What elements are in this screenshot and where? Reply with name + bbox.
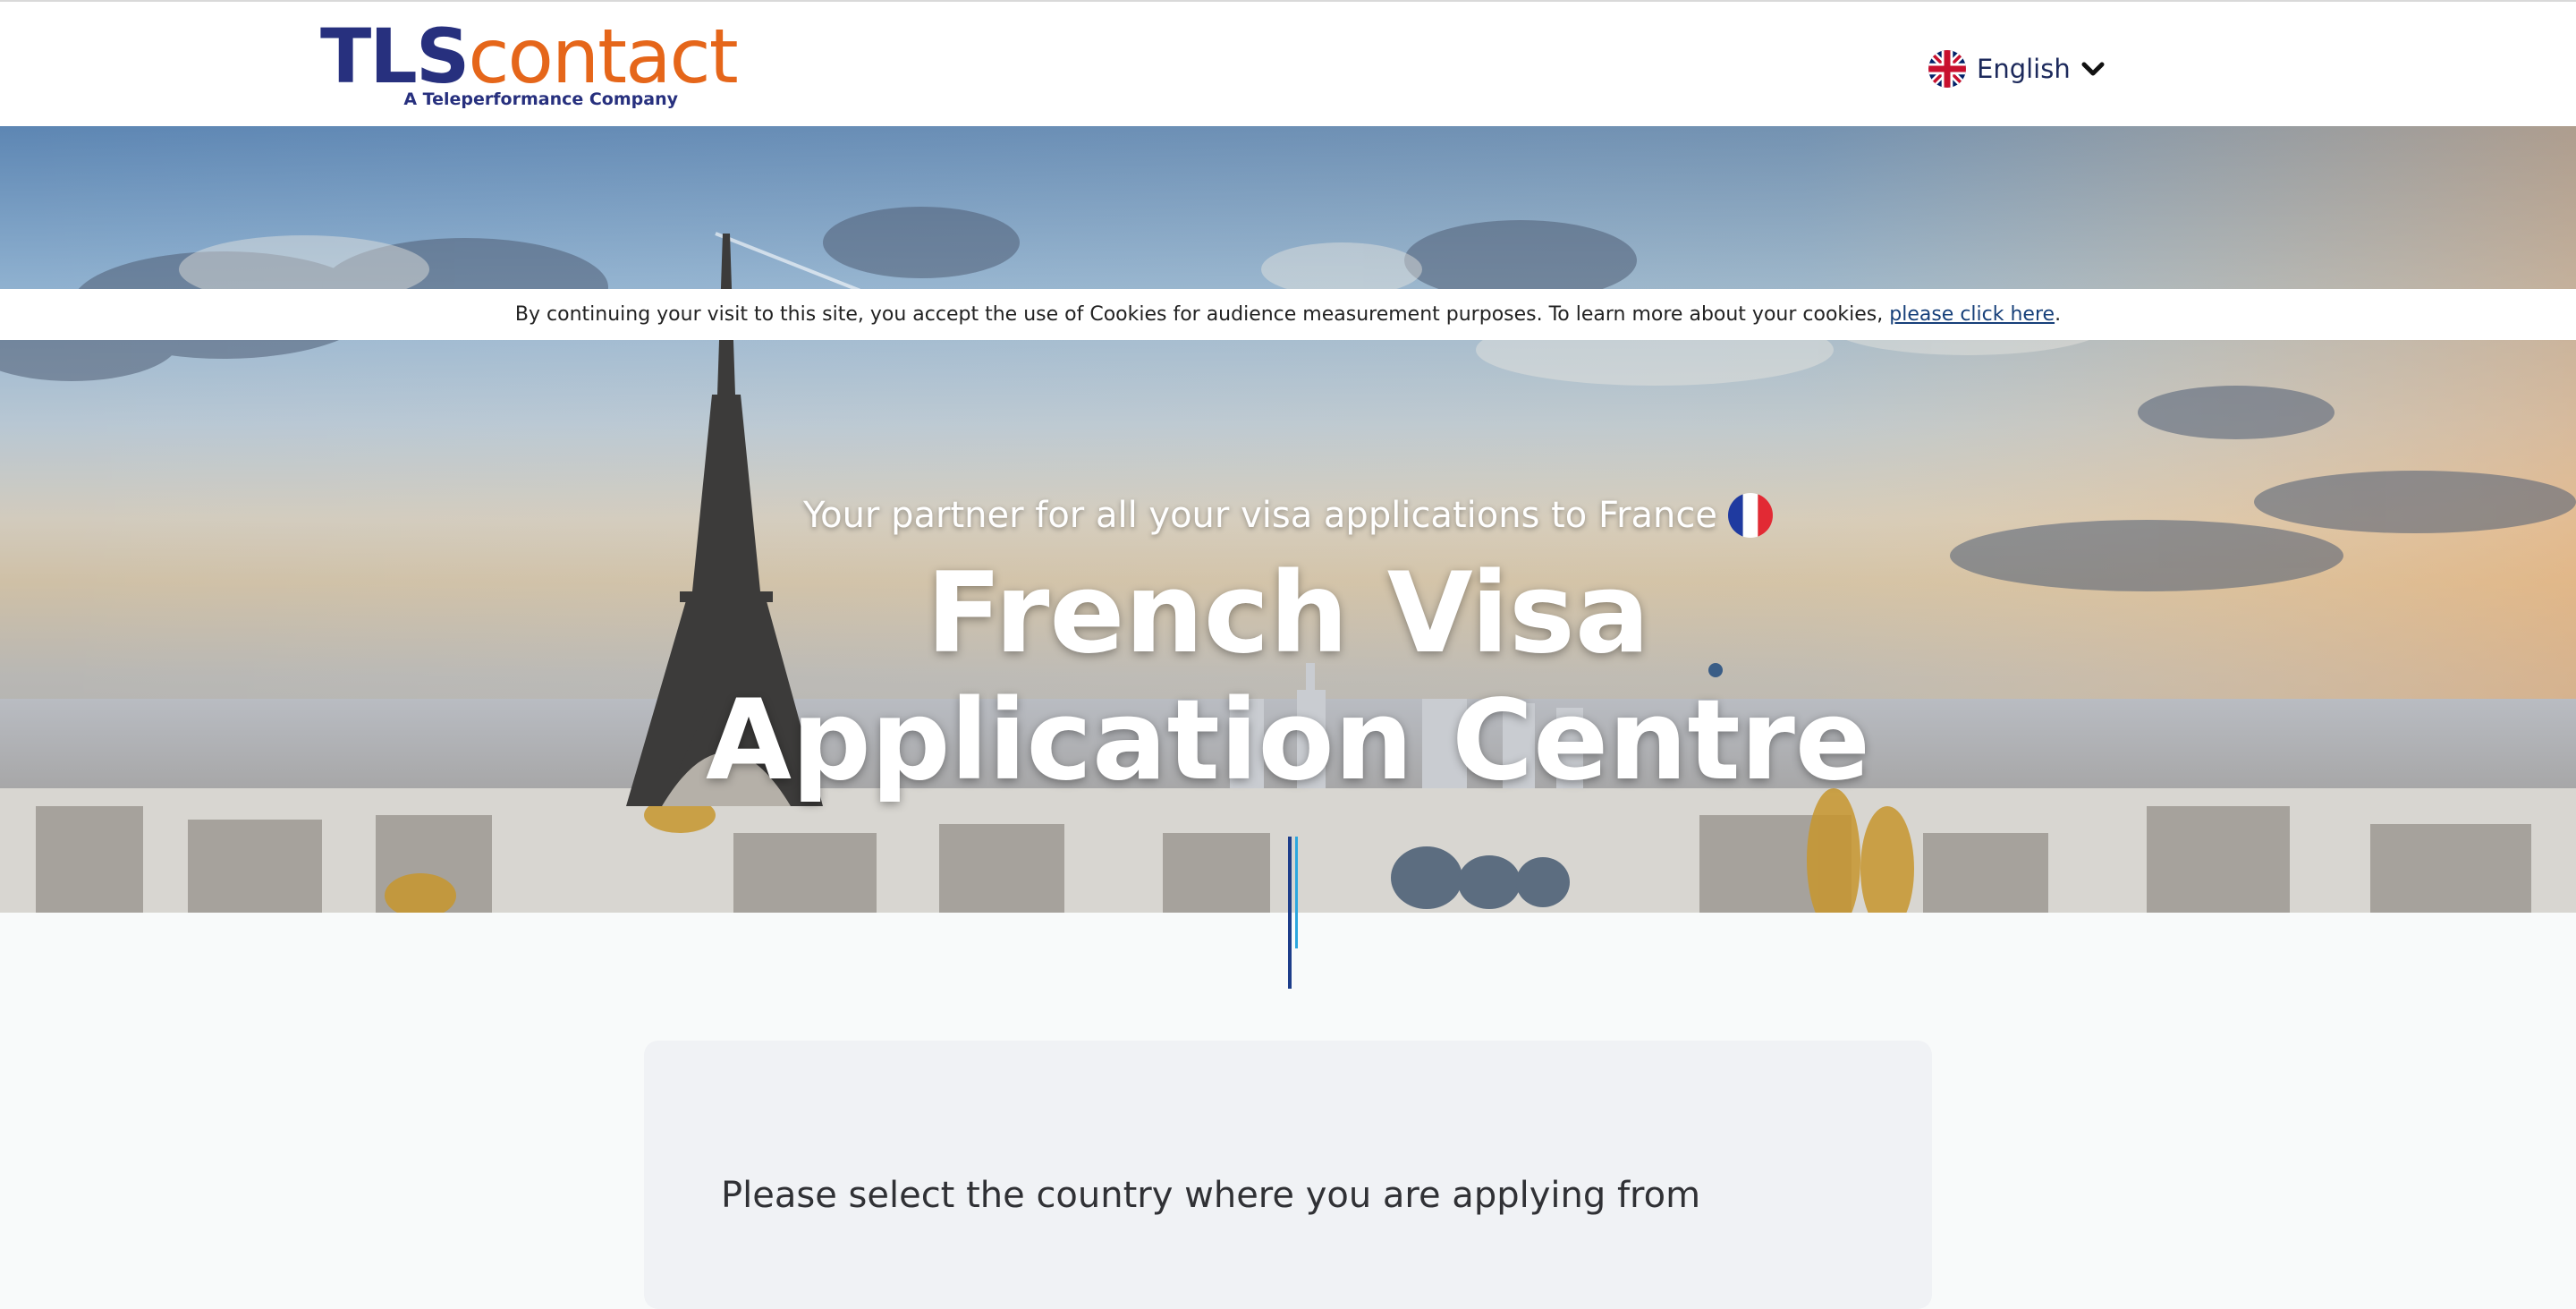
tlscontact-logo[interactable]: TLScontact A Teleperformance Company	[320, 16, 739, 115]
hero-text: Your partner for all your visa applicati…	[0, 484, 2576, 804]
uk-flag-icon	[1928, 50, 1966, 88]
site-header: TLScontact A Teleperformance Company Eng…	[0, 0, 2576, 126]
hero-title-line-1: French Visa	[926, 549, 1650, 678]
logo-subtitle: A Teleperformance Company	[403, 89, 678, 109]
hero-tagline-text: Your partner for all your visa applicati…	[802, 495, 1717, 536]
cookie-banner: By continuing your visit to this site, y…	[0, 289, 2576, 340]
hero-title: French Visa Application Centre	[0, 550, 2576, 804]
logo-wordmark: TLScontact	[320, 13, 739, 100]
hero-tagline: Your partner for all your visa applicati…	[803, 484, 1773, 547]
country-selection-panel: Please select the country where you are …	[644, 1041, 1932, 1309]
section-divider-line	[1288, 837, 1292, 989]
section-divider-accent	[1295, 837, 1298, 948]
logo-tls-text: TLS	[320, 13, 470, 100]
hero-banner: By continuing your visit to this site, y…	[0, 126, 2576, 913]
hero-title-line-2: Application Centre	[706, 676, 1870, 805]
france-flag-icon	[1728, 493, 1773, 538]
language-label: English	[1977, 54, 2071, 84]
country-selection-heading: Please select the country where you are …	[721, 1175, 1701, 1216]
chevron-down-icon	[2081, 62, 2105, 76]
language-selector[interactable]: English	[1928, 48, 2105, 89]
cookie-banner-text: By continuing your visit to this site, y…	[514, 303, 1884, 326]
logo-contact-text: contact	[468, 13, 738, 100]
cookie-info-link[interactable]: please click here	[1889, 303, 2055, 326]
cookie-banner-period: .	[2055, 303, 2062, 326]
